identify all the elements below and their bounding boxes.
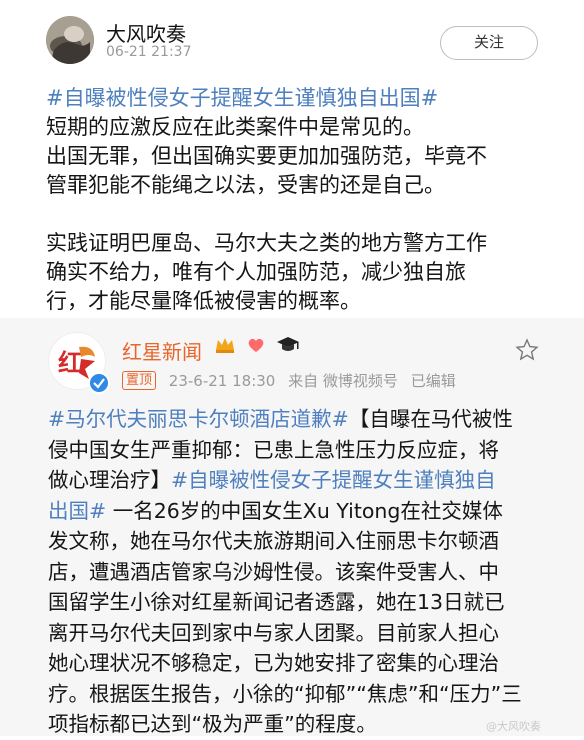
star-icon[interactable] — [515, 338, 539, 362]
repost-line: 侵中国女生严重抑郁：已患上急性压力反应症，将 — [48, 437, 499, 462]
repost-line: 店，遭遇酒店管家乌沙姆性侵。该案件受害人、中 — [48, 559, 499, 584]
hashtag-link[interactable]: #自曝被性侵女子提醒女生谨慎独自出国# — [46, 86, 438, 110]
post-line: 短期的应激反应在此类案件中是常见的。 — [46, 115, 424, 139]
repost-meta: 置顶 23-6-21 18:30 来自 微博视频号 已编辑 — [122, 370, 464, 392]
post-line: 管罪犯能不能绳之以法，受害的还是自己。 — [46, 173, 445, 197]
repost-line: 疗。根据医生报告，小徐的“抑郁”“焦虑”和“压力”三 — [48, 681, 522, 706]
logo-text: 红 — [58, 349, 82, 377]
repost-body: #马尔代夫丽思卡尔顿酒店道歉#【自曝在马代被性 侵中国女生严重抑郁：已患上急性压… — [48, 404, 544, 740]
repost-username[interactable]: 红星新闻 — [122, 336, 202, 365]
post-time: 06-21 21:37 — [106, 44, 192, 60]
avatar-image — [46, 16, 94, 64]
repost-line: 离开马尔代夫回到家中与家人团聚。目前家人担心 — [48, 620, 499, 645]
hashtag-link[interactable]: 出国# — [48, 499, 106, 523]
repost-line: 发文称，她在马尔代夫旅游期间入住丽思卡尔顿酒 — [48, 529, 499, 553]
repost-line: 做心理治疗】#自曝被性侵女子提醒女生谨慎独自 — [48, 468, 496, 492]
verified-badge-icon — [88, 372, 110, 394]
repost-line: 项指标都已达到“极为严重”的程度。 — [48, 712, 377, 736]
post-line: 实践证明巴厘岛、马尔大夫之类的地方警方工作 — [46, 231, 487, 255]
repost-time: 23-6-21 18:30 — [168, 371, 276, 390]
watermark: @大风吹奏 — [486, 720, 541, 733]
repost-source[interactable]: 来自 微博视频号 — [288, 372, 398, 390]
user-badges — [214, 334, 304, 358]
repost-card[interactable]: 红 红星新闻 置顶 23-6-21 18:30 来自 微博视频号 已编辑 #马尔… — [0, 318, 584, 736]
edited-label[interactable]: 已编辑 — [411, 372, 456, 390]
repost-line: 她心理状况不够稳定，已为她安排了密集的心理治 — [48, 651, 499, 675]
post-header: 大风吹奏 06-21 21:37 关注 — [0, 0, 584, 80]
heart-hand-icon — [248, 338, 264, 352]
post-line: 行，才能尽量降低被侵害的概率。 — [46, 289, 361, 313]
repost-line: #马尔代夫丽思卡尔顿酒店道歉#【自曝在马代被性 — [48, 407, 513, 431]
pin-tag: 置顶 — [122, 371, 157, 390]
post-body: #自曝被性侵女子提醒女生谨慎独自出国# 短期的应激反应在此类案件中是常见的。 出… — [46, 84, 546, 316]
repost-line: 出国# 一名26岁的中国女生Xu Yitong在社交媒体 — [48, 498, 503, 523]
repost-line: 国留学生小徐对红星新闻记者透露，她在13日就已 — [48, 590, 505, 614]
hashtag-link[interactable]: #自曝被性侵女子提醒女生谨慎独自 — [171, 468, 496, 492]
follow-button[interactable]: 关注 — [440, 26, 538, 60]
avatar[interactable] — [46, 16, 94, 64]
crown-icon — [216, 338, 234, 353]
post-line: 出国无罪，但出国确实要更加加强防范，毕竟不 — [46, 144, 487, 168]
post-line: 确实不给力，唯有个人加强防范，减少独自旅 — [46, 260, 466, 284]
username[interactable]: 大风吹奏 — [106, 18, 186, 47]
hashtag-link[interactable]: #马尔代夫丽思卡尔顿酒店道歉# — [48, 407, 349, 431]
graduation-cap-icon — [277, 337, 300, 351]
